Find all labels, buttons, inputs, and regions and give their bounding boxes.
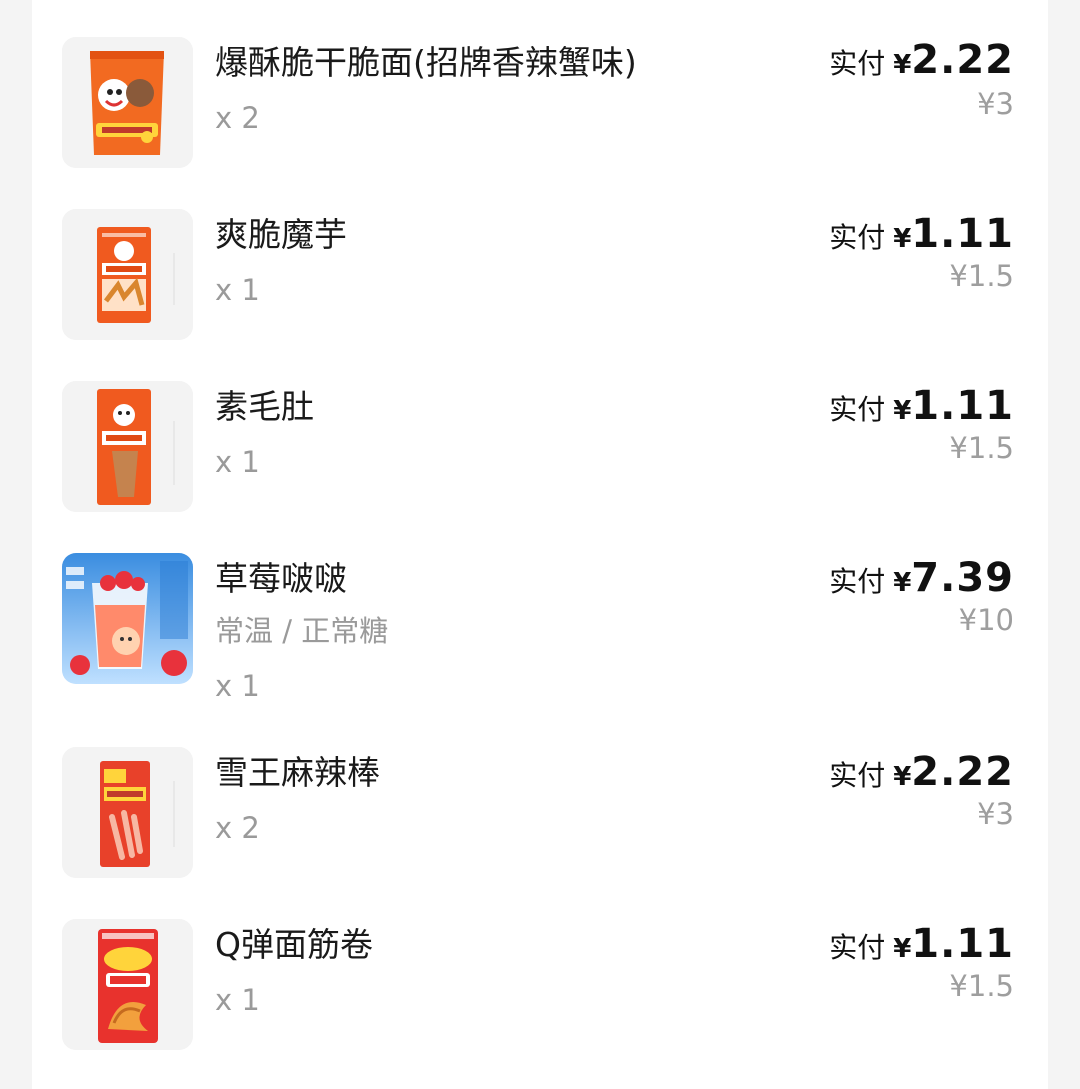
currency-symbol: ¥	[893, 568, 912, 598]
konjac-pack-icon[interactable]	[62, 209, 193, 340]
order-items-card: 爆酥脆干脆面(招牌香辣蟹味) x 2 实付 ¥2.22 ¥3 爽脆魔芋 x 1 实…	[32, 0, 1048, 1089]
item-quantity: x 1	[215, 983, 260, 1017]
item-name: Q弹面筋卷	[215, 925, 373, 964]
item-name: 爽脆魔芋	[215, 215, 347, 254]
paid-amount: 7.39	[911, 555, 1014, 601]
item-paid-price: 实付 ¥2.22	[829, 36, 1014, 92]
gluten-roll-pack-icon[interactable]	[62, 919, 193, 1050]
item-spec: 常温 / 正常糖	[215, 614, 389, 648]
paid-label: 实付	[829, 759, 886, 792]
item-original-price: ¥1.5	[949, 431, 1014, 465]
item-original-price: ¥10	[958, 603, 1014, 637]
paid-label: 实付	[829, 393, 886, 426]
item-quantity: x 1	[215, 445, 260, 479]
item-name: 雪王麻辣棒	[215, 753, 380, 792]
item-original-price: ¥3	[977, 87, 1014, 121]
item-quantity: x 2	[215, 101, 260, 135]
paid-amount: 2.22	[911, 37, 1014, 83]
item-original-price: ¥1.5	[949, 969, 1014, 1003]
currency-symbol: ¥	[893, 50, 912, 80]
paid-label: 实付	[829, 931, 886, 964]
order-item[interactable]: 爽脆魔芋 x 1 实付 ¥1.11 ¥1.5	[32, 172, 1048, 344]
currency-symbol: ¥	[893, 224, 912, 254]
item-original-price: ¥1.5	[949, 259, 1014, 293]
currency-symbol: ¥	[893, 934, 912, 964]
currency-symbol: ¥	[893, 762, 912, 792]
item-name: 素毛肚	[215, 387, 314, 426]
paid-amount: 1.11	[911, 383, 1014, 429]
order-item[interactable]: 草莓啵啵 常温 / 正常糖 x 1 实付 ¥7.39 ¥10	[32, 516, 1048, 730]
paid-label: 实付	[829, 565, 886, 598]
paid-amount: 2.22	[911, 749, 1014, 795]
snack-bag-icon[interactable]	[62, 37, 193, 168]
paid-label: 实付	[829, 221, 886, 254]
order-item[interactable]: 爆酥脆干脆面(招牌香辣蟹味) x 2 实付 ¥2.22 ¥3	[32, 0, 1048, 172]
item-quantity: x 1	[215, 669, 260, 703]
item-quantity: x 2	[215, 811, 260, 845]
order-item[interactable]: 素毛肚 x 1 实付 ¥1.11 ¥1.5	[32, 344, 1048, 516]
currency-symbol: ¥	[893, 396, 912, 426]
order-item[interactable]: Q弹面筋卷 x 1 实付 ¥1.11 ¥1.5	[32, 882, 1048, 1062]
item-quantity: x 1	[215, 273, 260, 307]
strawberry-drink-icon[interactable]	[62, 553, 193, 684]
item-name: 草莓啵啵	[215, 559, 347, 598]
paid-label: 实付	[829, 47, 886, 80]
order-item[interactable]: 雪王麻辣棒 x 2 实付 ¥2.22 ¥3	[32, 710, 1048, 882]
spicy-stick-pack-icon[interactable]	[62, 747, 193, 878]
paid-amount: 1.11	[911, 211, 1014, 257]
tripe-pack-icon[interactable]	[62, 381, 193, 512]
item-original-price: ¥3	[977, 797, 1014, 831]
paid-amount: 1.11	[911, 921, 1014, 967]
item-name: 爆酥脆干脆面(招牌香辣蟹味)	[215, 43, 637, 82]
